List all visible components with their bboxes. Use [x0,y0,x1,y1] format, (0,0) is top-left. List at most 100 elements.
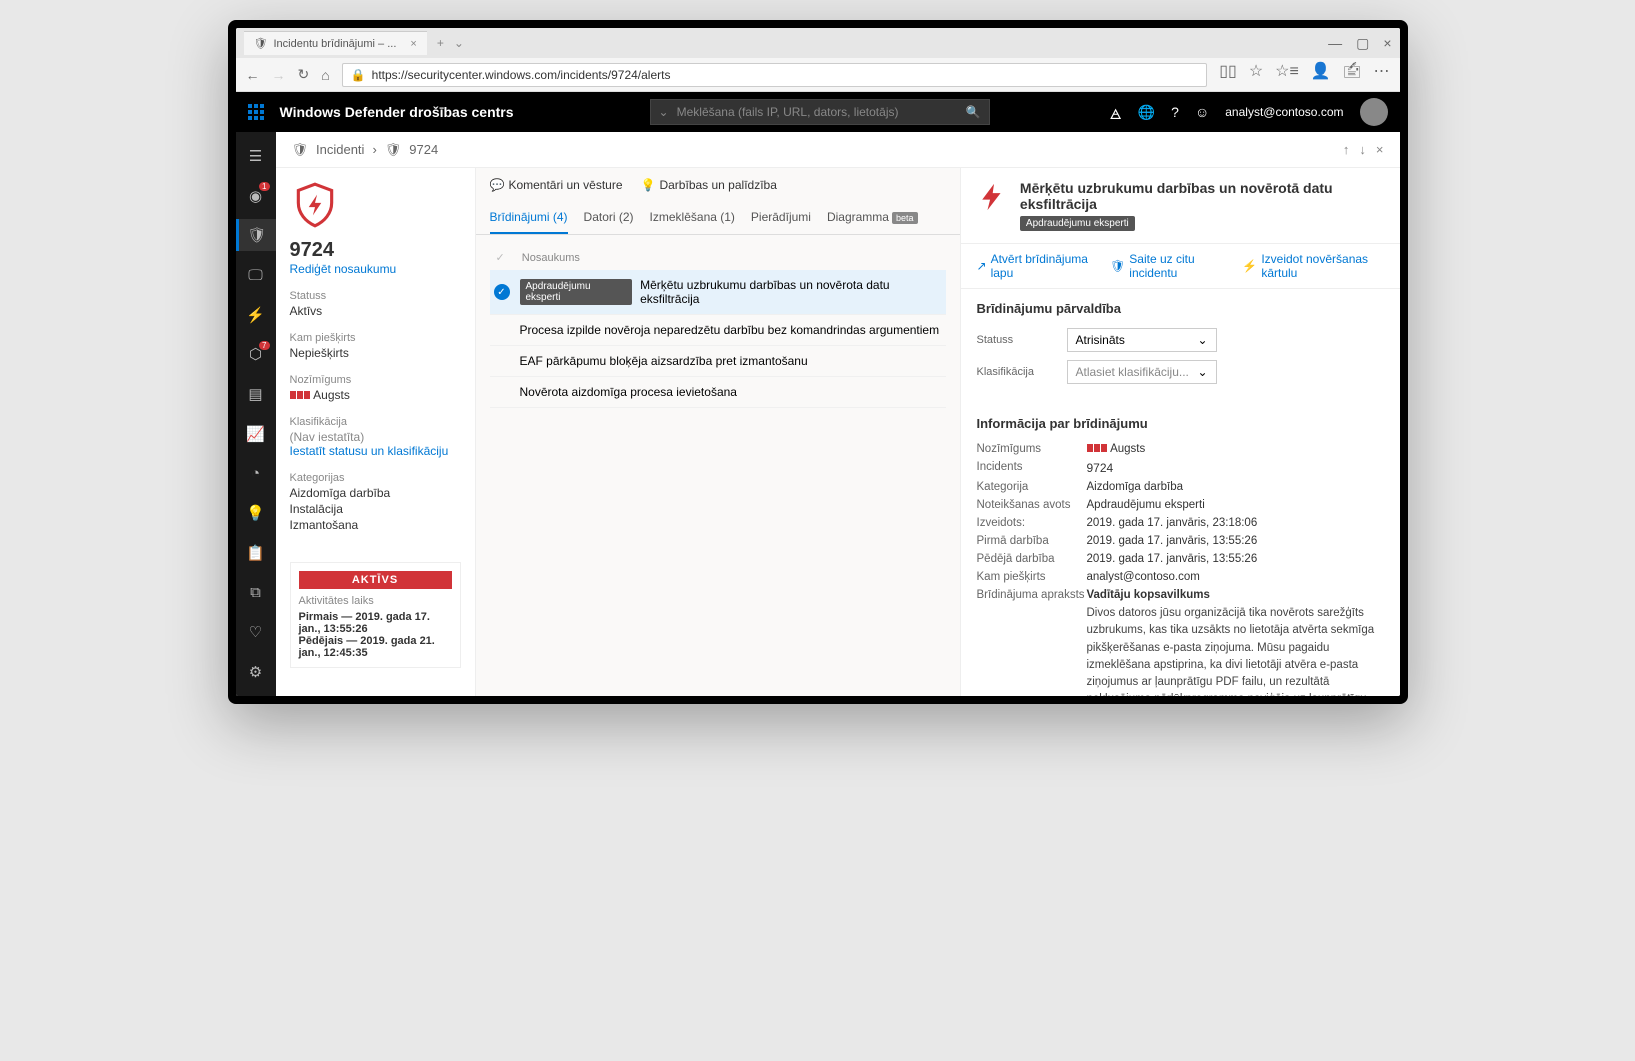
minimize-icon[interactable]: — [1328,35,1342,52]
browser-tab[interactable]: 🛡 Incidentu brīdinājumi – ... × [244,31,427,55]
edit-name-link[interactable]: Rediģēt nosaukumu [290,262,461,276]
alert-row[interactable]: Novērota aizdomīga procesa ievietošana [490,377,946,408]
chevron-down-icon: ⌄ [1197,365,1207,379]
user-email: analyst@contoso.com [1225,105,1343,119]
assigned-label: Kam piešķirts [290,332,461,344]
dashboard-icon[interactable]: ◉1 [236,180,276,212]
status-label: Statuss [977,334,1067,346]
incidents-icon[interactable]: 🛡 [236,219,276,251]
avatar[interactable] [1360,98,1388,126]
open-icon: ↗ [977,259,987,273]
home-icon[interactable]: ⌂ [321,67,329,83]
set-classification-link[interactable]: Iestatīt statusu un klasifikāciju [290,444,461,458]
url-text: https://securitycenter.windows.com/incid… [372,68,671,82]
shield-icon: 🛡 [292,142,309,158]
browser-tab-bar: 🛡 Incidentu brīdinājumi – ... × + ⌄ — ▢ … [236,28,1400,58]
tab-investigation[interactable]: Izmeklēšana (1) [650,202,735,234]
alert-title: Novērota aizdomīga procesa ievietošana [520,385,737,399]
tab-evidence[interactable]: Pierādījumi [751,202,811,234]
search-placeholder: Meklēšana (fails IP, URL, dators, lietot… [677,105,966,119]
person-icon[interactable]: 👤 [1311,61,1331,88]
info-key: Pēdējā darbība [977,553,1087,565]
alert-row[interactable]: Procesa izpilde novēroja neparedzētu dar… [490,315,946,346]
app-title: Windows Defender drošības centrs [280,104,514,120]
bolt-icon[interactable]: ⚡ [236,299,276,331]
section-title: Brīdinājumu pārvaldība [977,301,1384,316]
comment-icon: 💬 [490,178,505,192]
waffle-icon[interactable] [248,104,264,120]
comments-button[interactable]: 💬Komentāri un vēsture [490,178,623,192]
health-icon[interactable]: ♡ [236,617,276,649]
back-icon[interactable]: ← [246,67,260,83]
checked-icon[interactable]: ✓ [494,284,510,300]
alert-title: EAF pārkāpumu bloķēja aizsardzība pret i… [520,354,808,368]
tab-machines[interactable]: Datori (2) [584,202,634,234]
alert-title: Mērķētu uzbrukumu darbības un novērota d… [640,278,945,306]
url-bar[interactable]: 🔒 https://securitycenter.windows.com/inc… [342,63,1208,87]
description-body: Divos datoros jūsu organizācijā tika nov… [1087,605,1384,696]
severity-value: Augsts [313,388,350,402]
search-input[interactable]: ⌄ Meklēšana (fails IP, URL, dators, liet… [650,99,990,125]
close-window-icon[interactable]: × [1383,35,1391,52]
search-icon[interactable]: 🔍 [966,105,981,119]
activity-box: AKTĪVS Aktivitātes laiks Pirmais — 2019.… [290,562,461,668]
shield-bolt-icon [290,180,340,230]
tab-graph[interactable]: Diagrammabeta [827,202,918,234]
favorites-icon[interactable]: ☆≡ [1275,61,1299,88]
machines-icon[interactable]: 🖵 [236,259,276,291]
first-activity: Pirmais — 2019. gada 17. jan., 13:55:26 [299,611,452,635]
bug-icon[interactable]: 🜁 [1109,98,1121,127]
menu-icon[interactable]: ☰ [236,140,276,172]
tab-alerts[interactable]: Brīdinājumi (4) [490,202,568,234]
globe-icon[interactable]: 🌐 [1138,104,1155,121]
classification-select[interactable]: Atlasiet klasifikāciju...⌄ [1067,360,1217,384]
info-value: 2019. gada 17. janvāris, 13:55:26 [1087,535,1384,547]
automated-icon[interactable]: ⬡7 [236,339,276,371]
chevron-down-icon: ⌄ [1197,333,1207,347]
chevron-down-icon[interactable]: ⌄ [454,36,464,50]
secure-score-icon[interactable]: ◔ [236,458,276,490]
incident-link[interactable]: 9724 [1087,461,1384,475]
arrow-down-icon[interactable]: ↓ [1359,142,1366,157]
analytics-icon[interactable]: 📈 [236,418,276,450]
reports-icon[interactable]: ▤ [236,378,276,410]
actions-button[interactable]: 💡Darbības un palīdzība [641,178,777,192]
alert-row[interactable]: EAF pārkāpumu bloķēja aizsardzība pret i… [490,346,946,377]
category-item: Aizdomīga darbība [290,486,461,500]
check-icon[interactable]: ✓ [496,252,505,264]
shield-icon: 🛡 [254,37,268,50]
close-icon[interactable]: × [1376,142,1384,157]
tutorials-icon[interactable]: 💡 [236,497,276,529]
share-icon[interactable]: 🖆 [1343,61,1362,88]
gear-icon[interactable]: ⚙ [236,656,276,688]
more-icon[interactable]: ⋯ [1374,61,1390,88]
chevron-right-icon: › [372,142,376,157]
category-item: Instalācija [290,502,461,516]
help-icon[interactable]: ? [1171,104,1179,120]
info-key: Pirmā darbība [977,535,1087,547]
assigned-value: Nepiešķirts [290,346,461,360]
refresh-icon[interactable]: ↻ [298,66,310,83]
breadcrumb-root[interactable]: Incidenti [316,142,364,157]
link-incident-button[interactable]: 🛡Saite uz citu incidentu [1110,252,1226,280]
face-icon[interactable]: ☺ [1195,104,1209,120]
alert-management-section: Brīdinājumu pārvaldība Statuss Atrisināt… [961,289,1400,404]
close-tab-icon[interactable]: × [410,38,416,50]
status-select[interactable]: Atrisināts⌄ [1067,328,1217,352]
chevron-down-icon[interactable]: ⌄ [659,105,669,119]
severity-bars [1087,443,1108,455]
clipboard-icon[interactable]: 📋 [236,537,276,569]
reading-icon[interactable]: ▯▯ [1219,61,1237,88]
open-alert-button[interactable]: ↗Atvērt brīdinājuma lapu [977,252,1095,280]
create-rule-button[interactable]: ⚡Izveidot novēršanas kārtulu [1242,252,1383,280]
detail-title: Mērķētu uzbrukumu darbības un novērotā d… [1020,180,1384,212]
arrow-up-icon[interactable]: ↑ [1343,142,1350,157]
bulb-icon: 💡 [641,178,656,192]
star-icon[interactable]: ☆ [1249,61,1263,88]
alert-row[interactable]: ✓ Apdraudējumu eksperti Mērķētu uzbrukum… [490,270,946,315]
forward-icon[interactable]: → [272,67,286,83]
severity-bars [290,388,311,402]
new-tab-button[interactable]: + [437,36,444,50]
maximize-icon[interactable]: ▢ [1356,35,1369,52]
partners-icon[interactable]: ⧉ [236,577,276,609]
